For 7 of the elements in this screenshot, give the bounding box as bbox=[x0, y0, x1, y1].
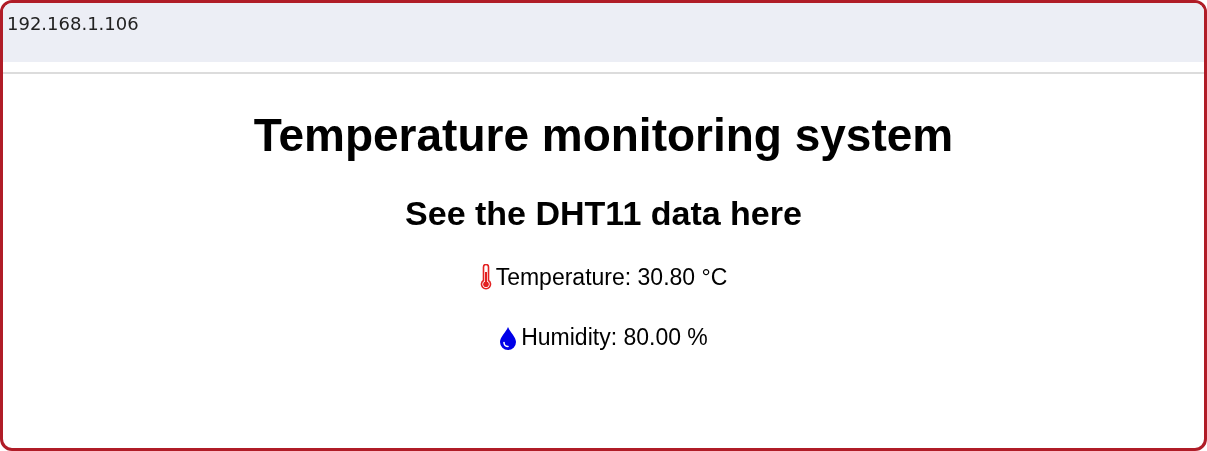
url-text: 192.168.1.106 bbox=[7, 13, 139, 34]
reading-text: Temperature: 30.80 °C bbox=[495, 263, 728, 292]
page-title: Temperature monitoring system bbox=[252, 108, 955, 163]
water-drop-icon bbox=[499, 325, 518, 350]
page-subtitle: See the DHT11 data here bbox=[404, 193, 803, 234]
thermometer-icon bbox=[479, 264, 492, 291]
reading-text: Humidity: 80.00 % bbox=[521, 323, 708, 353]
